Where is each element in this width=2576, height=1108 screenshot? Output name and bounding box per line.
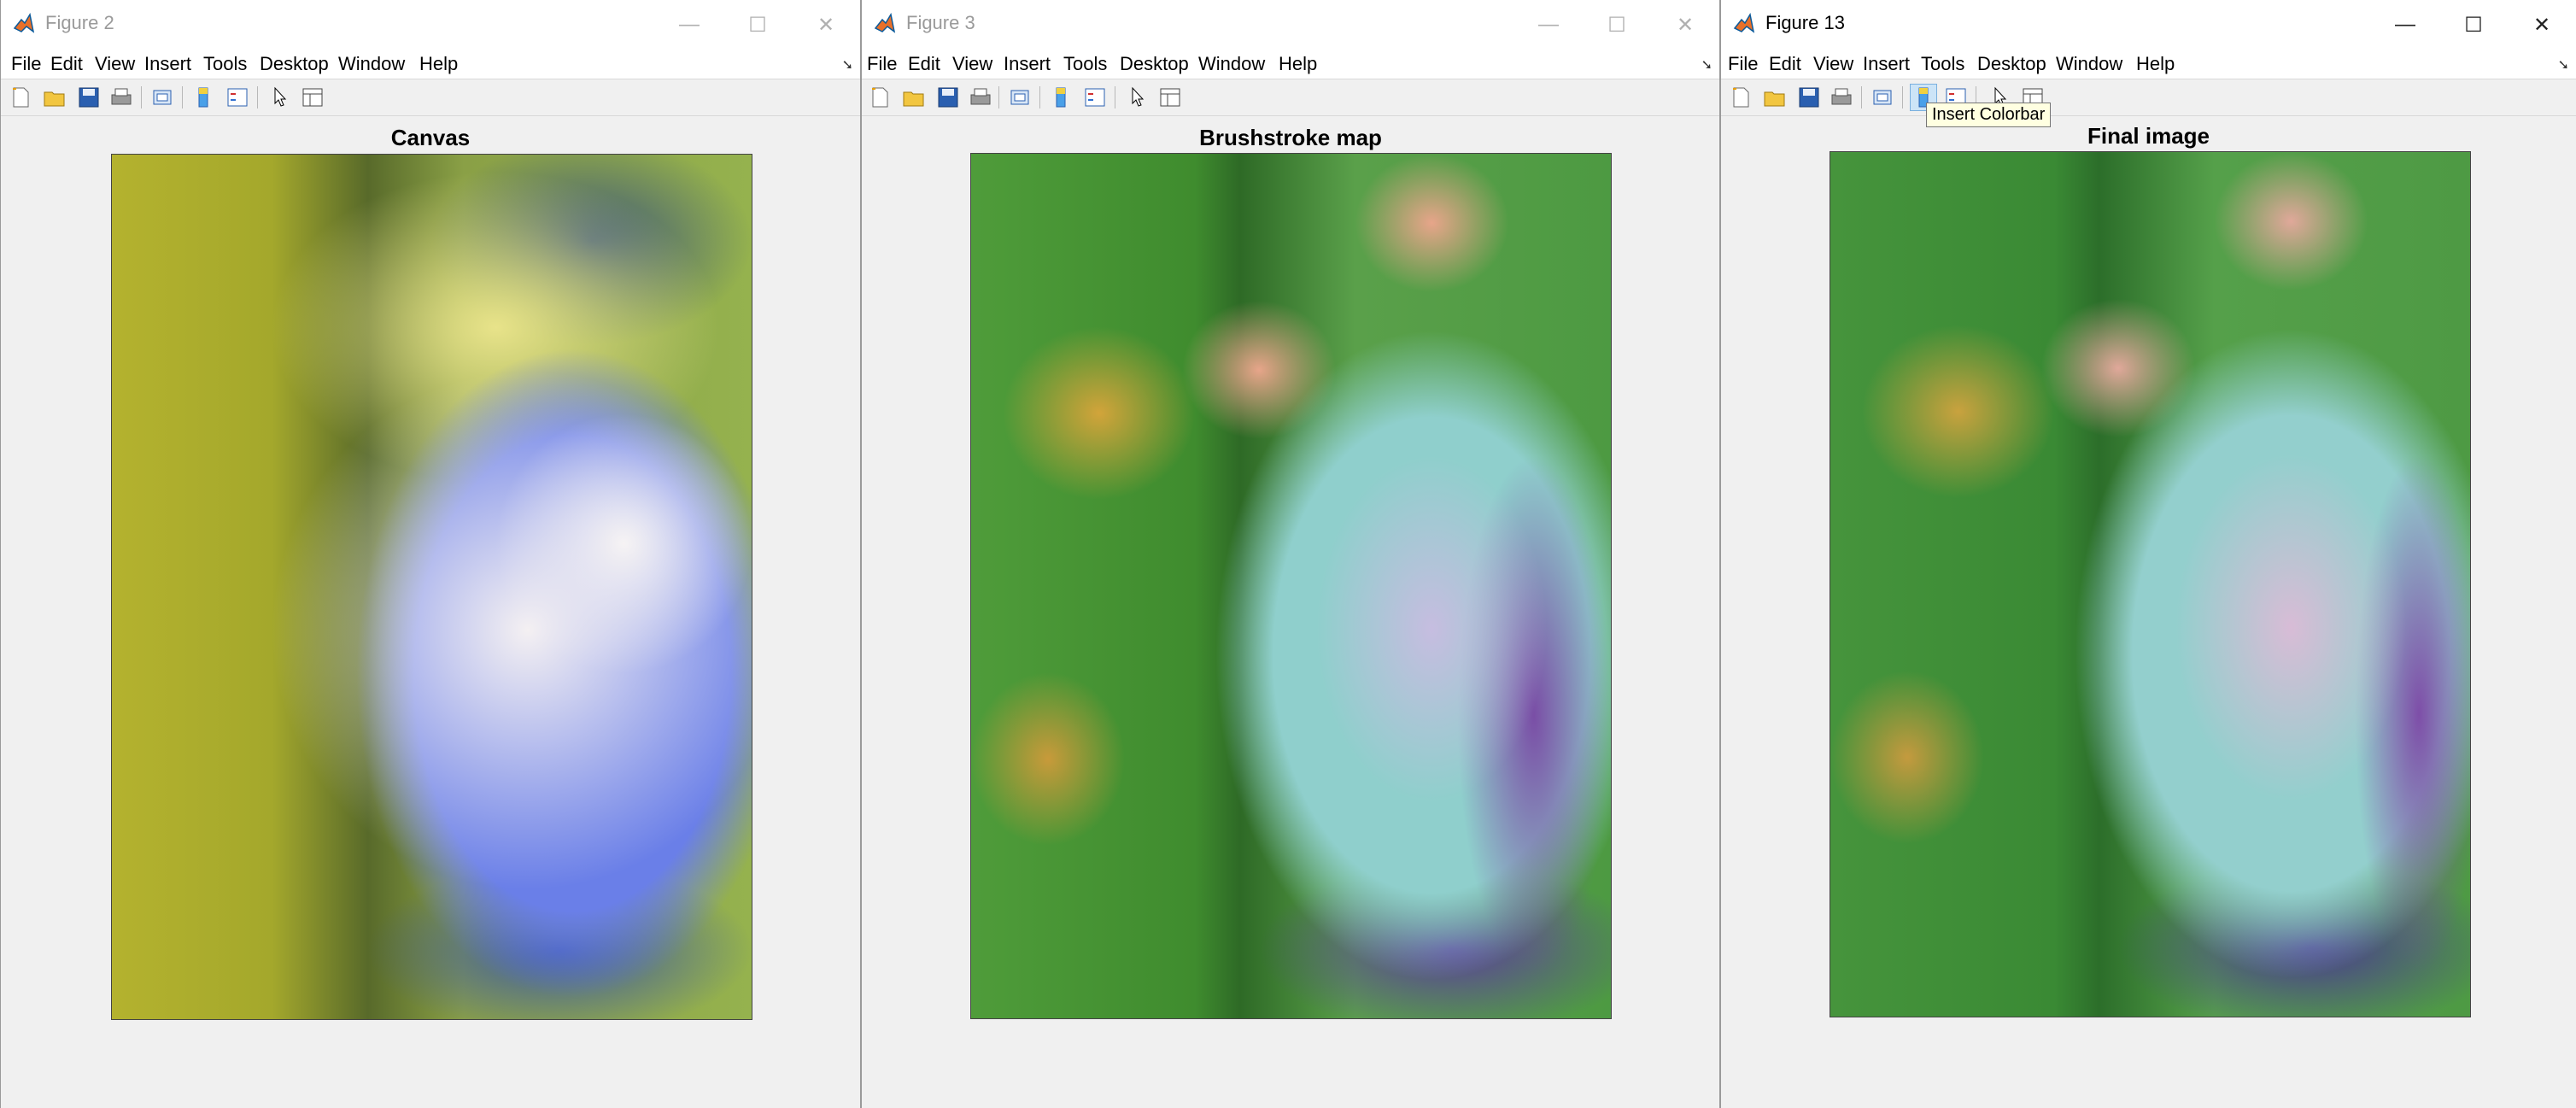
brushstroke-map-axes[interactable]	[970, 153, 1612, 1019]
figure-toolbar	[862, 79, 1719, 116]
menu-view[interactable]: View	[95, 51, 135, 77]
menu-file[interactable]: File	[11, 51, 41, 77]
close-icon[interactable]: ✕	[792, 7, 860, 43]
figure-title: Canvas	[390, 125, 471, 150]
matlab-icon	[13, 13, 35, 33]
property-inspector-icon[interactable]	[1157, 85, 1183, 110]
figure-window-3: Figure 3 — ☐ ✕ File Edit View Insert Too…	[861, 0, 1720, 1108]
maximize-icon[interactable]: ☐	[723, 7, 792, 43]
figure-toolbar	[1721, 79, 2576, 116]
save-icon[interactable]	[935, 85, 961, 110]
menu-help[interactable]: Help	[419, 51, 458, 77]
menu-bar: File Edit View Insert Tools Desktop Wind…	[862, 50, 1719, 79]
print-icon[interactable]	[1829, 85, 1854, 110]
title-bar[interactable]: Figure 2 — ☐ ✕	[1, 0, 860, 50]
menu-help[interactable]: Help	[1279, 51, 1317, 77]
menu-tools[interactable]: Tools	[1921, 51, 1964, 77]
dock-arrow-icon[interactable]: ➘	[2558, 56, 2569, 73]
menu-view[interactable]: View	[1813, 51, 1853, 77]
menu-file[interactable]: File	[867, 51, 897, 77]
insert-colorbar-tooltip: Insert Colorbar	[1926, 103, 2052, 127]
open-file-icon[interactable]	[901, 85, 927, 110]
menu-window[interactable]: Window	[2056, 51, 2122, 77]
print-icon[interactable]	[968, 85, 993, 110]
menu-view[interactable]: View	[952, 51, 992, 77]
menu-edit[interactable]: Edit	[1769, 51, 1801, 77]
maximize-icon[interactable]: ☐	[1583, 7, 1651, 43]
dock-arrow-icon[interactable]: ➘	[842, 56, 853, 73]
toolbar-separator	[141, 86, 142, 108]
maximize-icon[interactable]: ☐	[2439, 7, 2508, 43]
menu-tools[interactable]: Tools	[203, 51, 247, 77]
close-icon[interactable]: ✕	[2508, 7, 2576, 43]
close-icon[interactable]: ✕	[1651, 7, 1719, 43]
menu-bar: File Edit View Insert Tools Desktop Wind…	[1, 50, 860, 79]
menu-insert[interactable]: Insert	[144, 51, 191, 77]
figure-title: Brushstroke map	[1199, 125, 1382, 150]
edit-plot-icon[interactable]	[1125, 85, 1150, 110]
title-bar[interactable]: Figure 3 — ☐ ✕	[862, 0, 1719, 50]
new-figure-icon[interactable]	[1728, 85, 1753, 110]
window-title: Figure 3	[906, 12, 975, 33]
menu-help[interactable]: Help	[2136, 51, 2175, 77]
toolbar-separator	[998, 86, 999, 108]
matlab-icon	[1733, 13, 1755, 33]
title-bar[interactable]: Figure 13 — ☐ ✕	[1721, 0, 2576, 50]
toolbar-separator	[1902, 86, 1903, 108]
toolbar-separator	[1861, 86, 1862, 108]
edit-plot-icon[interactable]	[267, 85, 293, 110]
menu-insert[interactable]: Insert	[1863, 51, 1910, 77]
minimize-icon[interactable]: —	[2371, 7, 2439, 43]
menu-file[interactable]: File	[1728, 51, 1758, 77]
print-icon[interactable]	[108, 85, 134, 110]
window-title: Figure 13	[1765, 12, 1845, 33]
link-plot-icon[interactable]	[1870, 85, 1895, 110]
menu-desktop[interactable]: Desktop	[1120, 51, 1189, 77]
menu-tools[interactable]: Tools	[1063, 51, 1107, 77]
insert-legend-icon[interactable]	[225, 85, 250, 110]
save-icon[interactable]	[76, 85, 102, 110]
menu-window[interactable]: Window	[1198, 51, 1265, 77]
menu-edit[interactable]: Edit	[50, 51, 83, 77]
canvas-image-axes[interactable]	[111, 154, 752, 1020]
figure-window-2: Figure 2 — ☐ ✕ File Edit View Insert Too…	[0, 0, 861, 1108]
menu-window[interactable]: Window	[338, 51, 405, 77]
link-plot-icon[interactable]	[149, 85, 175, 110]
save-icon[interactable]	[1796, 85, 1822, 110]
figure-window-13: Figure 13 — ☐ ✕ File Edit View Insert To…	[1720, 0, 2576, 1108]
figure-toolbar	[1, 79, 860, 116]
menu-desktop[interactable]: Desktop	[260, 51, 329, 77]
link-plot-icon[interactable]	[1007, 85, 1033, 110]
toolbar-separator	[182, 86, 183, 108]
insert-legend-icon[interactable]	[1082, 85, 1108, 110]
figure-title: Final image	[2087, 123, 2210, 149]
menu-edit[interactable]: Edit	[908, 51, 940, 77]
matlab-icon	[874, 13, 896, 33]
new-figure-icon[interactable]	[8, 85, 33, 110]
dock-arrow-icon[interactable]: ➘	[1701, 56, 1712, 73]
menu-desktop[interactable]: Desktop	[1977, 51, 2046, 77]
insert-colorbar-icon[interactable]	[190, 85, 216, 110]
new-figure-icon[interactable]	[867, 85, 893, 110]
menu-insert[interactable]: Insert	[1004, 51, 1051, 77]
minimize-icon[interactable]: —	[655, 7, 723, 43]
menu-bar: File Edit View Insert Tools Desktop Wind…	[1721, 50, 2576, 79]
toolbar-separator	[257, 86, 258, 108]
final-image-axes[interactable]	[1830, 151, 2471, 1017]
minimize-icon[interactable]: —	[1514, 7, 1583, 43]
open-file-icon[interactable]	[42, 85, 67, 110]
window-title: Figure 2	[45, 12, 114, 33]
insert-colorbar-icon[interactable]	[1048, 85, 1074, 110]
open-file-icon[interactable]	[1762, 85, 1788, 110]
toolbar-separator	[1039, 86, 1040, 108]
property-inspector-icon[interactable]	[300, 85, 325, 110]
